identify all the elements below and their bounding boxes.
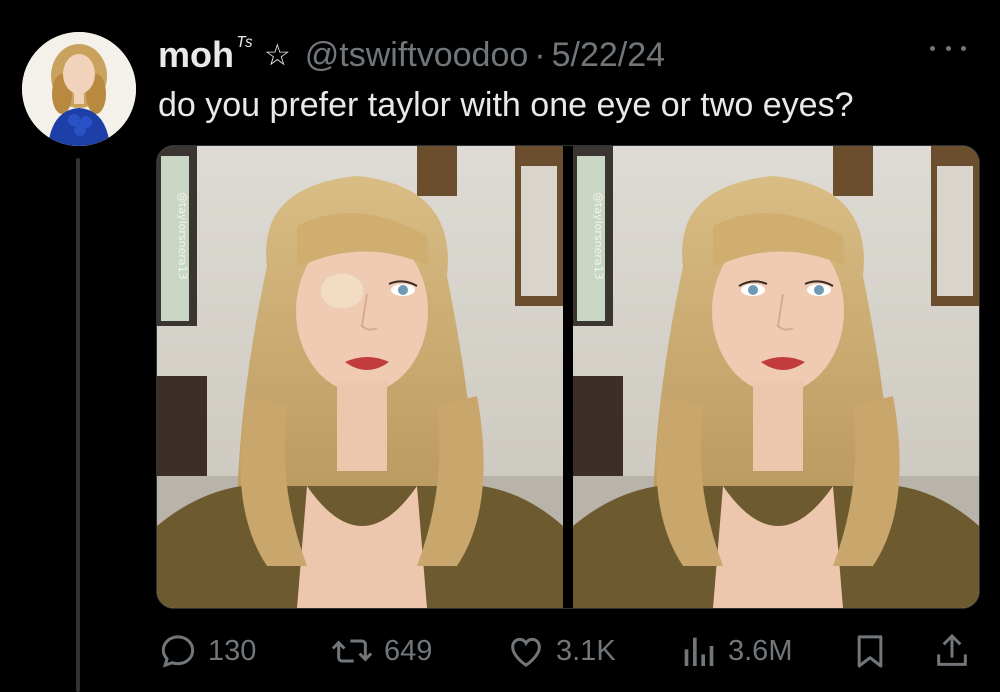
user-handle[interactable]: @tswiftvoodoo xyxy=(305,36,529,75)
like-button[interactable]: 3.1K xyxy=(506,626,616,676)
action-bar: 130 649 3.1K 3.6M xyxy=(158,626,976,676)
bookmark-button[interactable] xyxy=(850,626,890,676)
thread-line xyxy=(76,158,80,692)
separator: · xyxy=(534,35,546,74)
name-suffix: ᵀˢ xyxy=(236,32,252,57)
watermark: @taylorsnera13 xyxy=(592,192,605,280)
repost-count: 649 xyxy=(384,634,433,667)
views-button[interactable]: 3.6M xyxy=(678,626,792,676)
share-icon xyxy=(937,633,967,666)
media-grid: @taylorsnera13 @taylorsnera13 xyxy=(156,145,980,609)
reply-count: 130 xyxy=(208,634,257,667)
repost-icon xyxy=(331,639,373,663)
analytics-icon xyxy=(684,637,714,666)
share-button[interactable] xyxy=(932,626,972,676)
tweet-text: do you prefer taylor with one eye or two… xyxy=(158,86,854,124)
heart-icon xyxy=(511,637,541,667)
photo-one-eye[interactable]: @taylorsnera13 xyxy=(157,146,563,608)
bookmark-icon xyxy=(857,635,883,668)
reply-icon xyxy=(161,635,195,668)
watermark: @taylorsnera13 xyxy=(176,192,189,280)
repost-button[interactable]: 649 xyxy=(330,626,432,676)
more-horizontal-icon[interactable] xyxy=(930,38,966,58)
like-count: 3.1K xyxy=(556,634,616,667)
reply-button[interactable]: 130 xyxy=(158,626,256,676)
photo-two-eyes[interactable]: @taylorsnera13 xyxy=(573,146,979,608)
views-count: 3.6M xyxy=(728,634,793,667)
avatar[interactable] xyxy=(22,32,136,146)
avatar-photo xyxy=(22,32,136,146)
star-icon: ☆ xyxy=(263,38,291,72)
tweet-header: moh ᵀˢ ☆ @tswiftvoodoo · 5/22/24 xyxy=(158,30,980,80)
display-name[interactable]: moh xyxy=(158,34,234,76)
tweet-date[interactable]: 5/22/24 xyxy=(552,36,665,75)
